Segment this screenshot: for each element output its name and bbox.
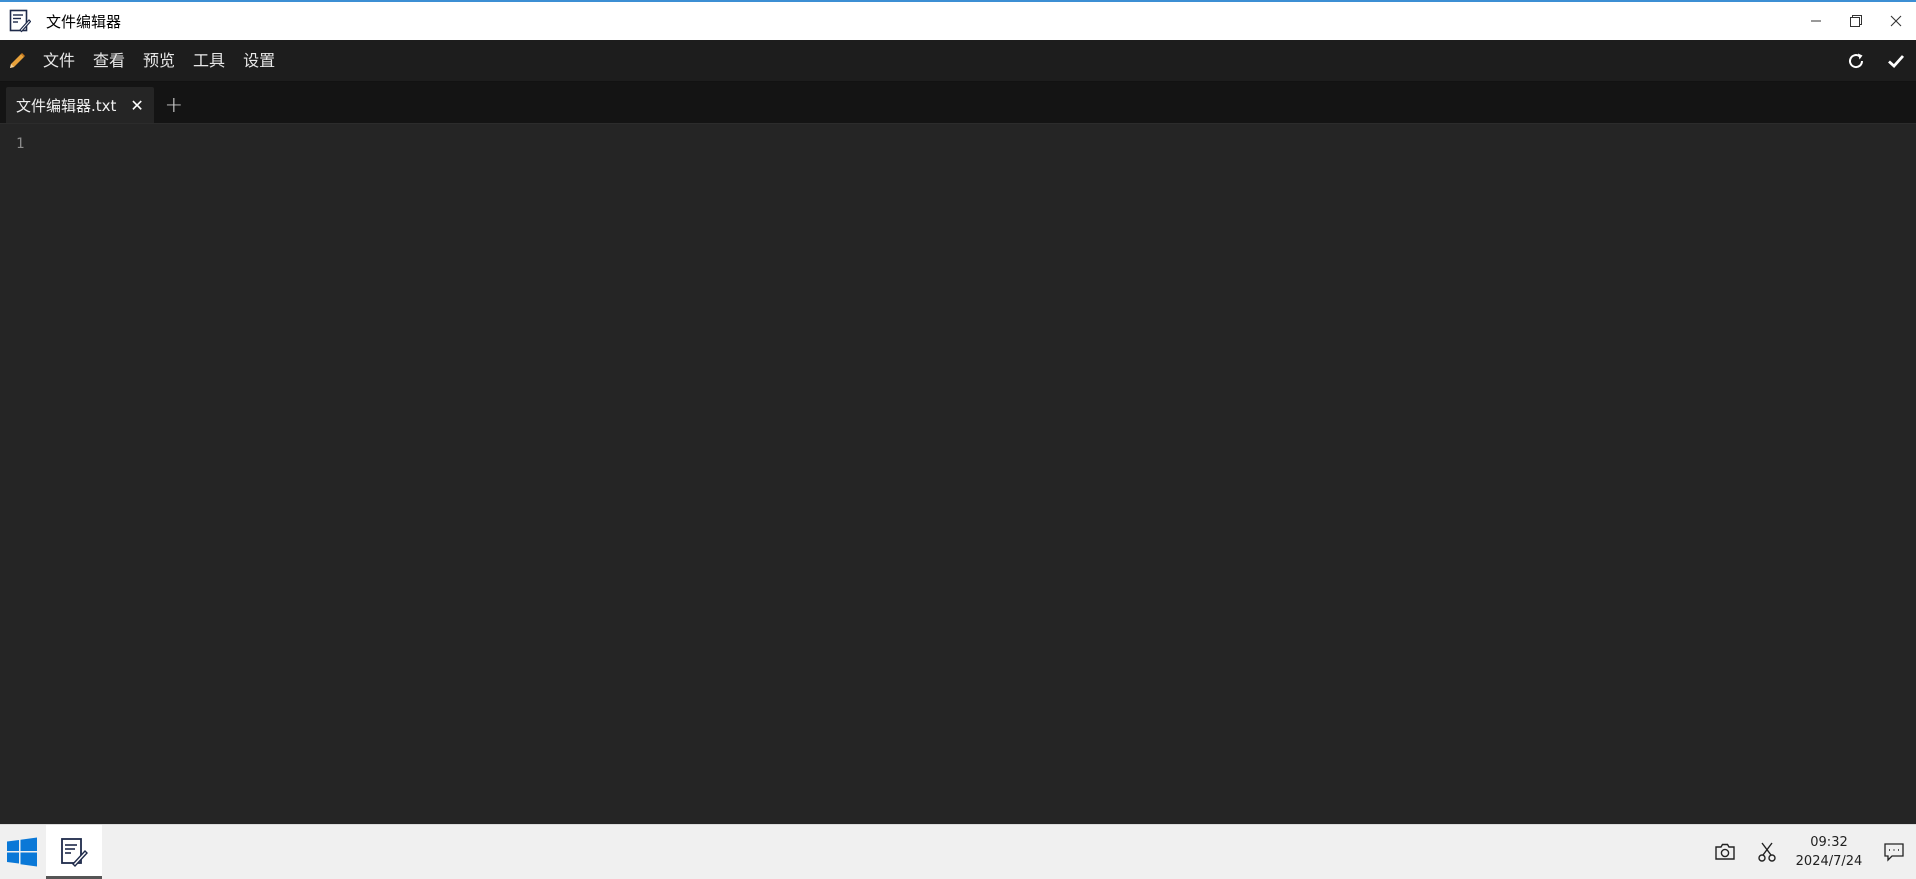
- minimize-icon: [1811, 20, 1821, 22]
- notification-icon: [1883, 843, 1904, 862]
- close-button[interactable]: [1876, 2, 1916, 40]
- scissors-icon: [1758, 842, 1776, 862]
- windows-logo-icon: [7, 837, 37, 867]
- clock-time: 09:32: [1810, 835, 1848, 850]
- editor-app-icon: [61, 838, 88, 867]
- taskbar-app-editor[interactable]: [46, 825, 102, 879]
- taskbar: 09:32 2024/7/24: [0, 824, 1916, 879]
- menu-view[interactable]: 查看: [84, 40, 134, 82]
- tab-close-icon[interactable]: ✕: [130, 96, 143, 115]
- plus-icon: +: [164, 92, 184, 118]
- new-tab-button[interactable]: +: [154, 87, 194, 123]
- line-number: 1: [16, 136, 25, 152]
- refresh-icon: [1849, 53, 1864, 68]
- menu-settings[interactable]: 设置: [234, 40, 284, 82]
- close-icon: [1890, 15, 1902, 27]
- menu-file[interactable]: 文件: [34, 40, 84, 82]
- tab-document[interactable]: 文件编辑器.txt ✕: [6, 87, 154, 123]
- restore-icon: [1850, 15, 1862, 27]
- menu-tools[interactable]: 工具: [184, 40, 234, 82]
- pencil-icon: [0, 40, 34, 82]
- menu-bar: 文件 查看 预览 工具 设置: [0, 40, 1916, 82]
- title-bar: 文件编辑器: [0, 0, 1916, 40]
- system-clock[interactable]: 09:32 2024/7/24: [1788, 833, 1870, 871]
- editor-area[interactable]: 1: [0, 124, 1916, 824]
- clock-date: 2024/7/24: [1795, 854, 1863, 869]
- tab-label: 文件编辑器.txt: [16, 96, 117, 115]
- start-button[interactable]: [0, 825, 44, 879]
- confirm-button[interactable]: [1876, 40, 1916, 82]
- minimize-button[interactable]: [1796, 2, 1836, 40]
- app-icon: [0, 2, 40, 40]
- window-title: 文件编辑器: [46, 12, 122, 31]
- notification-button[interactable]: [1870, 825, 1916, 879]
- snip-button[interactable]: [1746, 825, 1788, 879]
- check-icon: [1888, 54, 1905, 68]
- menu-preview[interactable]: 预览: [134, 40, 184, 82]
- tab-bar: 文件编辑器.txt ✕ +: [0, 82, 1916, 124]
- camera-icon: [1715, 843, 1735, 860]
- restore-button[interactable]: [1836, 2, 1876, 40]
- screenshot-button[interactable]: [1704, 825, 1746, 879]
- refresh-button[interactable]: [1836, 40, 1876, 82]
